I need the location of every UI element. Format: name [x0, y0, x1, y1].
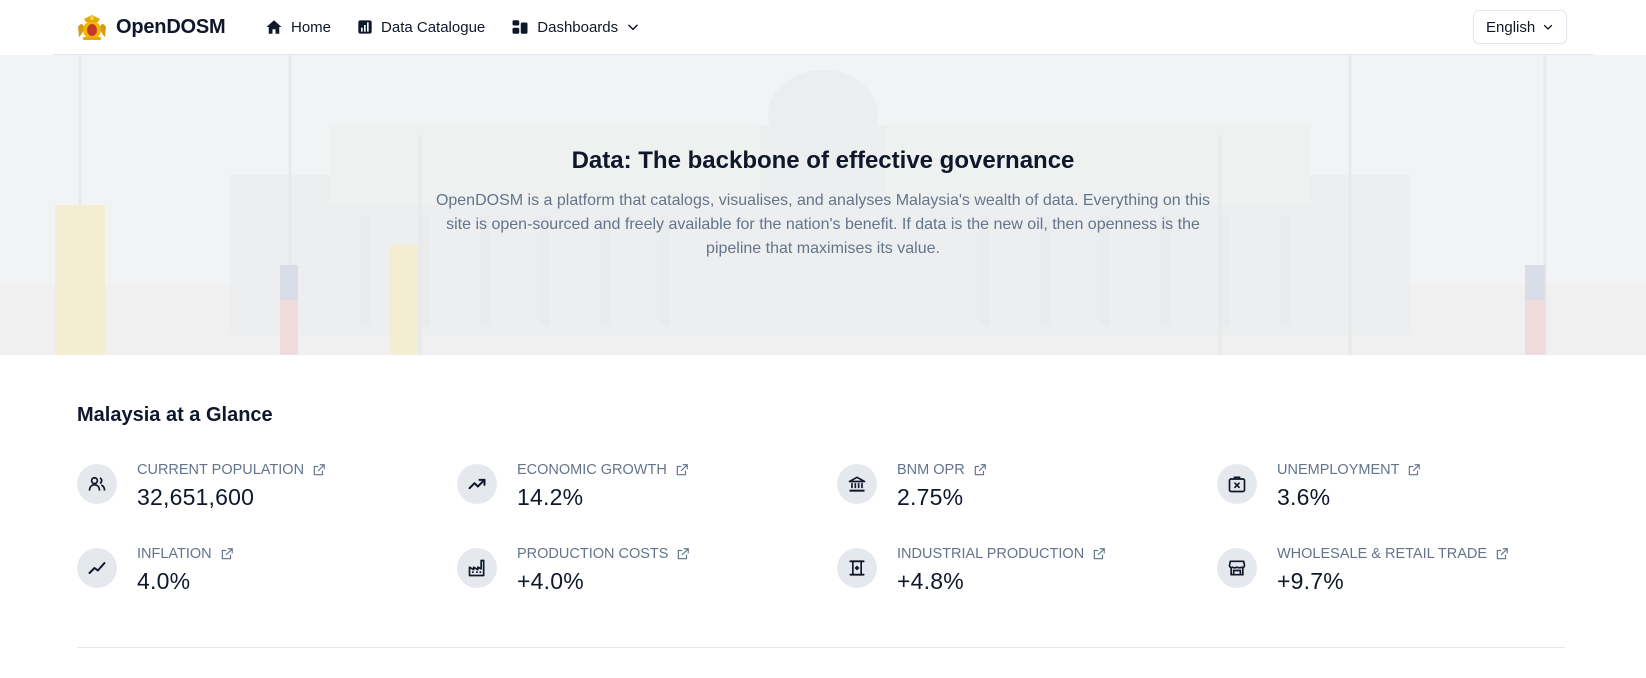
external-link-icon[interactable]: [1092, 547, 1106, 561]
nav-dashboards-label: Dashboards: [537, 18, 619, 36]
stat-label-text: CURRENT POPULATION: [137, 462, 305, 478]
stat-label: INFLATION: [137, 546, 234, 562]
nav-data-catalogue-link[interactable]: Data Catalogue: [347, 14, 495, 40]
top-navbar: OpenDOSM Home Data Catalogue Dashboards …: [0, 0, 1646, 55]
stat-value: +9.7%: [1277, 568, 1344, 594]
stat-inflation: INFLATION 4.0%: [77, 546, 447, 602]
nav-dashboards-dropdown[interactable]: Dashboards: [501, 14, 650, 40]
external-link-icon[interactable]: [1495, 547, 1509, 561]
external-link-icon[interactable]: [220, 547, 234, 561]
stat-label-text: ECONOMIC GROWTH: [517, 462, 667, 478]
nav-home-label: Home: [291, 18, 332, 36]
stat-value: 4.0%: [137, 568, 191, 594]
external-link-icon[interactable]: [1407, 463, 1421, 477]
trending-line-icon: [88, 562, 106, 574]
users-icon: [88, 476, 106, 491]
stat-value: 2.75%: [897, 484, 964, 510]
external-link-icon[interactable]: [676, 547, 690, 561]
hero-content: Data: The backbone of effective governan…: [0, 147, 1646, 261]
external-link-icon[interactable]: [312, 463, 326, 477]
bar-chart-icon: [358, 20, 372, 34]
nav-links: Home Data Catalogue Dashboards: [255, 14, 650, 40]
stat-icon-circle: [1217, 548, 1257, 588]
stat-icon-circle: [837, 464, 877, 504]
stat-value: +4.8%: [897, 568, 964, 594]
stat-label: BNM OPR: [897, 462, 987, 478]
stat-icon-circle: [457, 464, 497, 504]
nav-data-catalogue-label: Data Catalogue: [381, 18, 486, 36]
stat-wholesale-retail-trade: WHOLESALE & RETAIL TRADE +9.7%: [1217, 546, 1587, 602]
stat-label-text: PRODUCTION COSTS: [517, 546, 669, 562]
section-divider: [77, 647, 1565, 648]
bank-icon: [848, 476, 866, 492]
stat-value: 32,651,600: [137, 484, 255, 510]
nav-home-link[interactable]: Home: [255, 14, 341, 40]
brand-name: OpenDOSM: [116, 15, 226, 38]
stat-label-text: BNM OPR: [897, 462, 965, 478]
language-select[interactable]: English: [1473, 10, 1567, 44]
stat-icon-circle: [457, 548, 497, 588]
chevron-down-icon: [628, 24, 638, 31]
brand-link[interactable]: OpenDOSM: [76, 12, 226, 42]
hero-description: OpenDOSM is a platform that catalogs, vi…: [435, 192, 1211, 257]
stat-label: WHOLESALE & RETAIL TRADE: [1277, 546, 1509, 562]
trending-up-icon: [468, 478, 486, 490]
stat-icon-circle: [1217, 464, 1257, 504]
chevron-down-icon: [1543, 24, 1553, 30]
stat-label-text: UNEMPLOYMENT: [1277, 462, 1400, 478]
stat-economic-growth: ECONOMIC GROWTH 14.2%: [457, 462, 827, 518]
stat-current-population: CURRENT POPULATION 32,651,600: [77, 462, 447, 518]
stat-label-text: WHOLESALE & RETAIL TRADE: [1277, 546, 1488, 562]
stat-label: CURRENT POPULATION: [137, 462, 326, 478]
stat-label: PRODUCTION COSTS: [517, 546, 690, 562]
hero-banner: Data: The backbone of effective governan…: [0, 55, 1646, 355]
stat-label: ECONOMIC GROWTH: [517, 462, 689, 478]
malaysia-coat-of-arms-icon: [78, 15, 106, 40]
stat-unemployment: UNEMPLOYMENT 3.6%: [1217, 462, 1587, 518]
external-link-icon[interactable]: [973, 463, 987, 477]
glance-section-title: Malaysia at a Glance: [77, 404, 273, 426]
stat-label-text: INFLATION: [137, 546, 212, 562]
stat-label: INDUSTRIAL PRODUCTION: [897, 546, 1106, 562]
stat-value: +4.0%: [517, 568, 584, 594]
stat-icon-circle: [77, 464, 117, 504]
stat-production-costs: PRODUCTION COSTS +4.0%: [457, 546, 827, 602]
stat-industrial-production: INDUSTRIAL PRODUCTION +4.8%: [837, 546, 1207, 602]
stat-label: UNEMPLOYMENT: [1277, 462, 1421, 478]
home-icon: [266, 20, 282, 34]
store-icon: [1228, 560, 1246, 576]
hero-title: Data: The backbone of effective governan…: [571, 147, 1075, 174]
stat-value: 3.6%: [1277, 484, 1331, 510]
language-select-value: English: [1486, 18, 1536, 36]
stat-bnm-opr: BNM OPR 2.75%: [837, 462, 1207, 518]
stat-label-text: INDUSTRIAL PRODUCTION: [897, 546, 1085, 562]
industry-icon: [849, 560, 865, 576]
stat-icon-circle: [837, 548, 877, 588]
briefcase-x-icon: [1228, 476, 1246, 493]
dashboard-icon: [512, 20, 528, 34]
stat-value: 14.2%: [517, 484, 584, 510]
factory-icon: [468, 559, 485, 577]
stat-icon-circle: [77, 548, 117, 588]
navbar-inner: OpenDOSM Home Data Catalogue Dashboards …: [53, 0, 1593, 55]
external-link-icon[interactable]: [675, 463, 689, 477]
